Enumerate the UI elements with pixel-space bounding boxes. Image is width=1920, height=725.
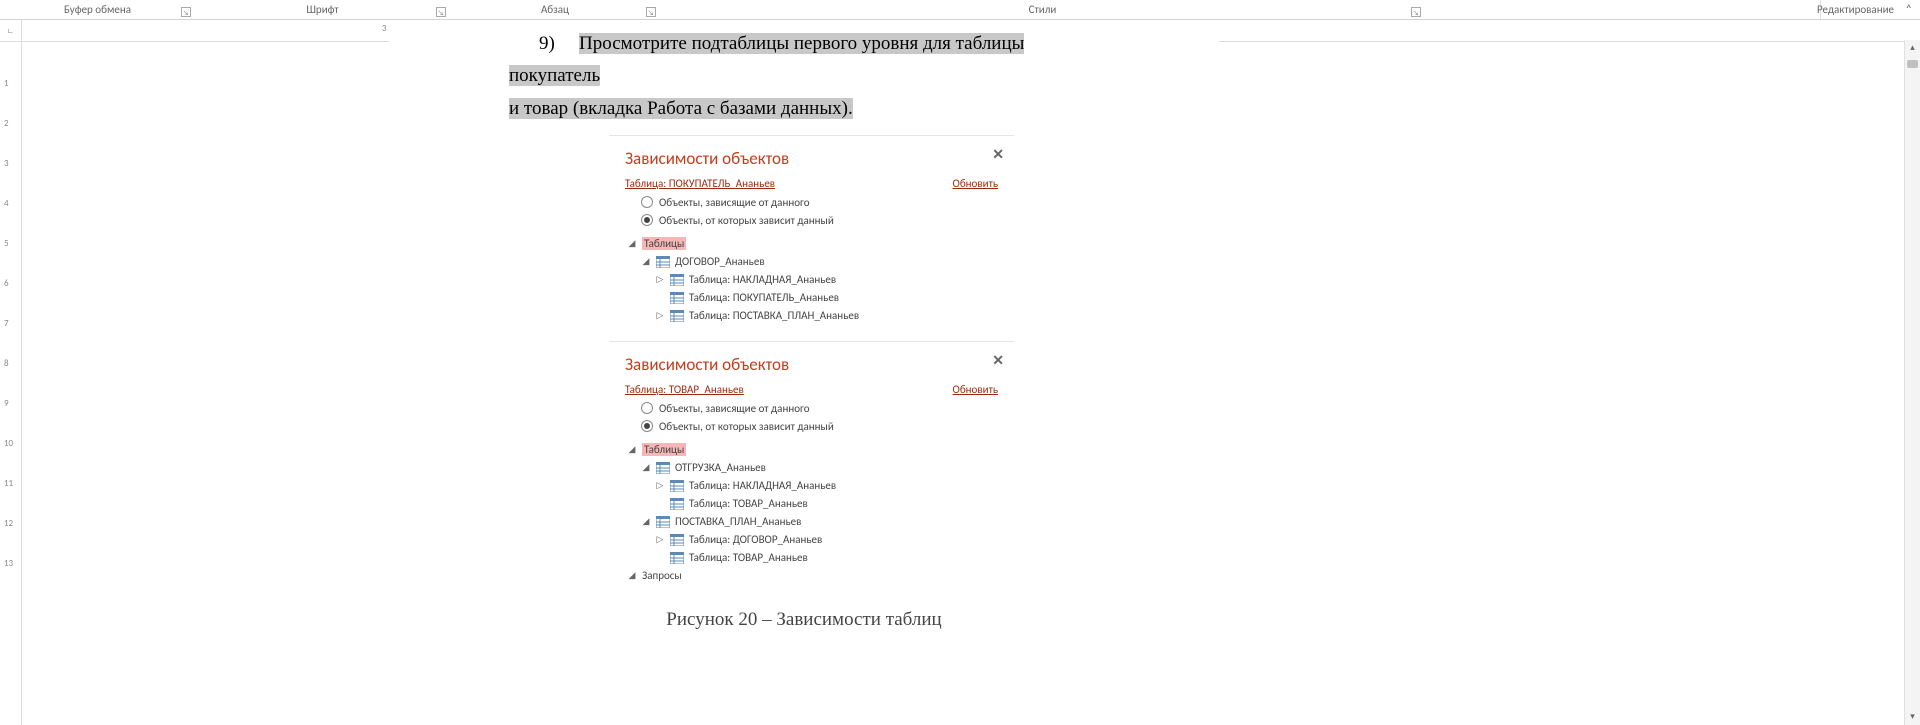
table-icon [670,310,684,322]
expand-icon[interactable]: ◢ [641,462,651,473]
tree-item[interactable]: ▷ Таблица: ПОСТАВКА_ПЛАН_Ананьев [627,307,998,325]
expand-icon[interactable]: ▷ [655,310,665,321]
ribbon-group-styles: Стили ↘ [660,0,1425,19]
table-icon [656,256,670,268]
dependencies-panel-1: Зависимости объектов ✕ Таблица: ПОКУПАТЕ… [609,135,1014,331]
tree-item[interactable]: ▷ Таблица: ДОГОВОР_Ананьев [627,531,998,549]
panel-title: Зависимости объектов [625,354,998,375]
dialog-launcher-icon[interactable]: ↘ [436,7,446,17]
collapse-ribbon-icon[interactable]: ˄ [1906,3,1912,17]
dialog-launcher-icon[interactable]: ↘ [1411,7,1421,17]
vertical-ruler[interactable]: ∟ 1 2 3 4 5 6 7 8 9 10 11 12 13 [0,20,22,725]
scroll-thumb[interactable] [1907,60,1918,68]
expand-icon[interactable]: ▷ [655,274,665,285]
scroll-down-icon[interactable]: ▾ [1905,709,1920,725]
refresh-link[interactable]: Обновить [953,177,998,190]
expand-icon[interactable]: ◢ [627,444,637,455]
dialog-launcher-icon[interactable]: ↘ [646,7,656,17]
tree-category[interactable]: ◢ Таблицы [627,235,998,253]
close-icon[interactable]: ✕ [992,352,1004,369]
radio-icon [641,420,653,432]
radio-this-depends-on[interactable]: Объекты, от которых зависит данный [641,214,998,227]
dependencies-panel-2: Зависимости объектов ✕ Таблица: ТОВАР_Ан… [609,341,1014,591]
ribbon-group-clipboard: Буфер обмена ↘ [0,0,195,19]
dependency-tree: ◢ Таблицы ◢ ОТГРУЗКА_Ананьев ▷ Таблица: … [627,441,998,585]
dialog-launcher-icon[interactable]: ↘ [181,7,191,17]
table-icon [670,498,684,510]
ribbon-group-font: Шрифт ↘ [195,0,450,19]
table-icon [670,552,684,564]
panel-title: Зависимости объектов [625,148,998,169]
table-icon [656,462,670,474]
tree-item[interactable]: ▷ Таблица: НАКЛАДНАЯ_Ананьев [627,271,998,289]
radio-icon [641,214,653,226]
tree-category-queries[interactable]: ◢ Запросы [627,567,998,585]
radio-depends-on-this[interactable]: Объекты, зависящие от данного [641,402,998,415]
tree-item[interactable]: ◢ ОТГРУЗКА_Ананьев [627,459,998,477]
figure-caption: Рисунок 20 – Зависимости таблиц [389,609,1219,631]
radio-depends-on-this[interactable]: Объекты, зависящие от данного [641,196,998,209]
tree-item[interactable]: Таблица: ТОВАР_Ананьев [627,549,998,567]
expand-icon[interactable]: ▷ [655,534,665,545]
expand-icon[interactable]: ◢ [641,516,651,527]
table-icon [656,516,670,528]
close-icon[interactable]: ✕ [992,146,1004,163]
tab-selector[interactable]: ∟ [0,20,21,42]
tree-category[interactable]: ◢ Таблицы [627,441,998,459]
tree-item[interactable]: Таблица: ПОКУПАТЕЛЬ_Ананьев [627,289,998,307]
expand-icon[interactable]: ◢ [627,238,637,249]
list-number: 9) [509,28,579,60]
table-link[interactable]: Таблица: ПОКУПАТЕЛЬ_Ананьев [625,177,775,190]
table-icon [670,480,684,492]
expand-icon[interactable]: ◢ [627,570,637,581]
tree-item[interactable]: ▷ Таблица: НАКЛАДНАЯ_Ананьев [627,477,998,495]
expand-icon[interactable]: ▷ [655,480,665,491]
table-icon [670,292,684,304]
tree-item[interactable]: ◢ ДОГОВОР_Ананьев [627,253,998,271]
expand-icon[interactable]: ◢ [641,256,651,267]
refresh-link[interactable]: Обновить [953,383,998,396]
radio-this-depends-on[interactable]: Объекты, от которых зависит данный [641,420,998,433]
ribbon-group-paragraph: Абзац ↘ [450,0,660,19]
radio-icon [641,196,653,208]
table-icon [670,274,684,286]
tree-item[interactable]: ◢ ПОСТАВКА_ПЛАН_Ананьев [627,513,998,531]
body-paragraph[interactable]: 9)Просмотрите подтаблицы первого уровня … [389,20,1219,125]
radio-icon [641,402,653,414]
table-icon [670,534,684,546]
dependency-tree: ◢ Таблицы ◢ ДОГОВОР_Ананьев ▷ Таблица: Н… [627,235,998,325]
scroll-up-icon[interactable]: ▴ [1905,40,1920,56]
table-link[interactable]: Таблица: ТОВАР_Ананьев [625,383,744,396]
vertical-scrollbar[interactable]: ▴ ▾ [1904,40,1920,725]
ribbon-group-labels: Буфер обмена ↘ Шрифт ↘ Абзац ↘ Стили ↘ Р… [0,0,1920,20]
tree-item[interactable]: Таблица: ТОВАР_Ананьев [627,495,998,513]
document-page[interactable]: 9)Просмотрите подтаблицы первого уровня … [389,20,1219,631]
